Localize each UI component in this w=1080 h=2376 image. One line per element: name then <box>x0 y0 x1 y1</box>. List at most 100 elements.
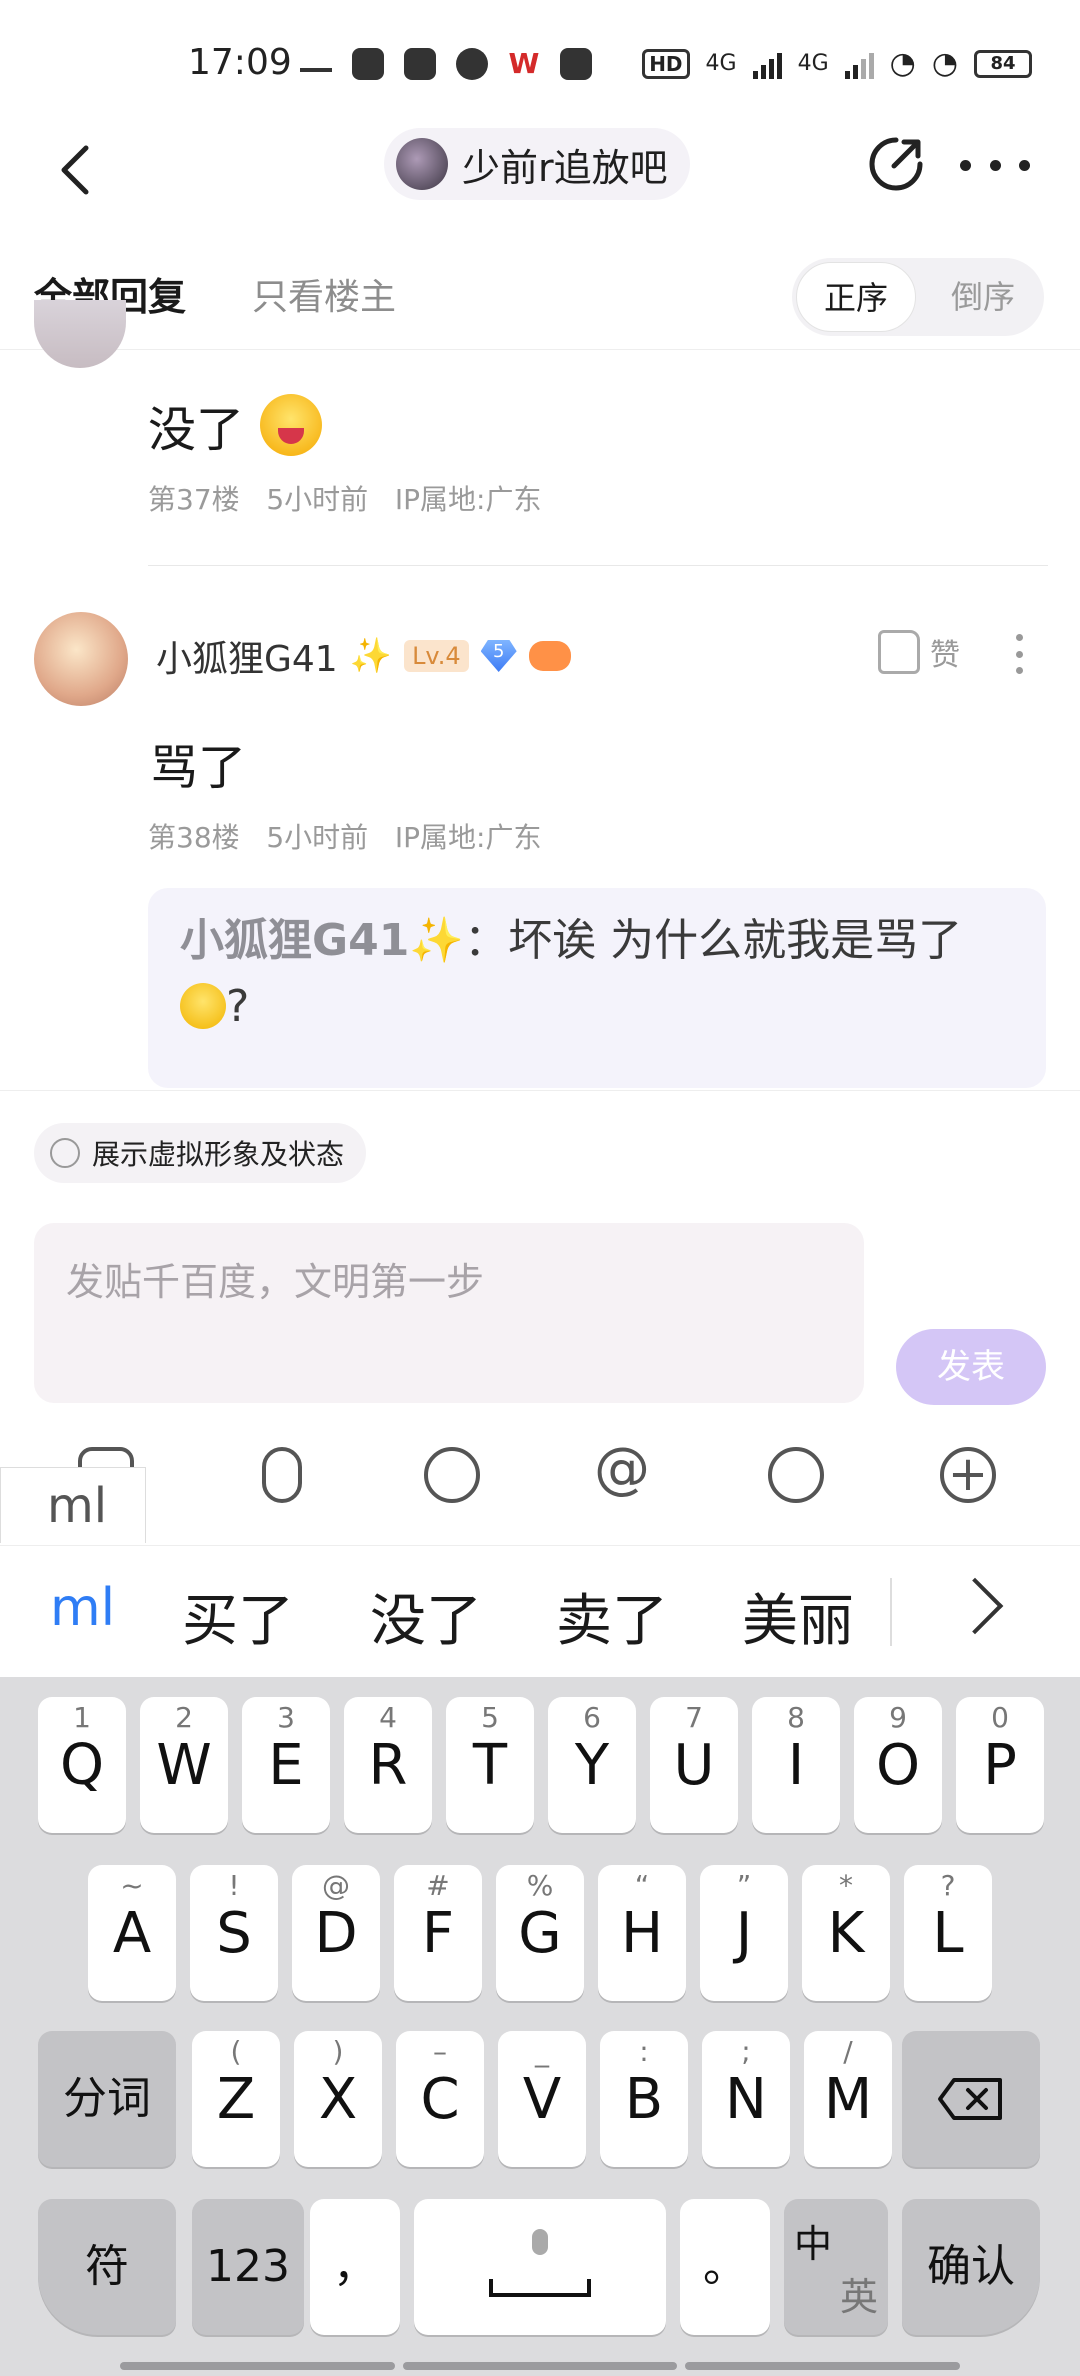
key-label: G <box>518 1901 562 1966</box>
key-r[interactable]: 4R <box>344 1697 432 1833</box>
emoji-icon[interactable] <box>424 1447 480 1503</box>
laughing-emoji-icon <box>260 394 323 456</box>
candidate-word[interactable]: 美丽 <box>742 1576 854 1657</box>
key-secondary-label: 6 <box>583 1701 601 1734</box>
floor-number: 第38楼 <box>148 821 240 854</box>
sub-reply-box[interactable]: 小狐狸G41✨：坏诶 为什么就我是骂了 ? <box>148 888 1046 1088</box>
key-label: S <box>216 1901 252 1966</box>
symbol-key[interactable]: 符 <box>38 2199 176 2335</box>
key-c[interactable]: – C <box>396 2031 484 2167</box>
key-t[interactable]: 5T <box>446 1697 534 1833</box>
language-zh-label: 中 <box>794 2222 833 2266</box>
key-a[interactable]: ~ A <box>88 1865 176 2001</box>
sub-reply-text: 坏诶 为什么就我是骂了 <box>508 915 963 966</box>
signal-icon <box>752 49 782 79</box>
expand-candidates-icon[interactable] <box>946 1577 1004 1635</box>
sub-reply-author[interactable]: 小狐狸G41✨ <box>180 915 464 966</box>
key-l[interactable]: ? L <box>904 1865 992 2001</box>
voicemail-icon <box>300 56 332 72</box>
key-x[interactable]: ) X <box>294 2031 382 2167</box>
post-menu-icon[interactable] <box>1016 634 1026 674</box>
key-s[interactable]: ! S <box>190 1865 278 2001</box>
language-switch-key[interactable]: 中 英 <box>784 2199 888 2335</box>
post-text: 没了 <box>148 402 245 458</box>
space-key[interactable] <box>414 2199 666 2335</box>
smile-emoji-icon <box>180 983 226 1029</box>
key-secondary-label: 5 <box>481 1701 499 1734</box>
key-j[interactable]: ” J <box>700 1865 788 2001</box>
post-meta: 第37楼 5小时前 IP属地:广东 <box>148 478 541 518</box>
key-q[interactable]: 1Q <box>38 1697 126 1833</box>
gamepad-badge-icon <box>528 641 571 671</box>
reply-input[interactable]: 发贴千百度，文明第一步 <box>34 1223 864 1403</box>
signal-2-icon <box>844 49 874 79</box>
like-button[interactable]: 赞 <box>878 630 960 674</box>
username[interactable]: 小狐狸G41 <box>156 630 338 682</box>
level-badge: Lv.4 <box>404 640 469 672</box>
post-meta: 第38楼 5小时前 IP属地:广东 <box>148 816 541 856</box>
forum-header[interactable]: 少前r追放吧 <box>384 128 690 200</box>
key-secondary-label: # <box>426 1869 450 1902</box>
sub-reply-tail: ? <box>226 981 250 1032</box>
key-n[interactable]: ; N <box>702 2031 790 2167</box>
key-u[interactable]: 7U <box>650 1697 738 1833</box>
avatar[interactable] <box>34 612 128 706</box>
key-label: H <box>620 1901 664 1966</box>
key-label: J <box>735 1901 753 1966</box>
key-secondary-label: ? <box>940 1869 956 1902</box>
key-label: E <box>268 1733 304 1798</box>
key-secondary-label: @ <box>322 1869 350 1902</box>
send-button[interactable]: 发表 <box>896 1329 1046 1405</box>
key-g[interactable]: % G <box>496 1865 584 2001</box>
key-secondary-label: 0 <box>991 1701 1009 1734</box>
avatar[interactable] <box>34 300 126 368</box>
order-desc-button[interactable]: 倒序 <box>928 262 1038 332</box>
key-z[interactable]: (Z <box>192 2031 280 2167</box>
key-secondary-label: ~ <box>120 1869 144 1902</box>
back-arrow-icon[interactable] <box>48 140 108 200</box>
comma-key[interactable]: ， <box>310 2199 400 2335</box>
key-y[interactable]: 6Y <box>548 1697 636 1833</box>
ip-location: IP属地:广东 <box>394 821 542 854</box>
user-info: 小狐狸G41 ✨ Lv.4 5 <box>156 630 571 682</box>
divider <box>148 565 1048 566</box>
key-secondary-label: ” <box>736 1869 752 1902</box>
key-i[interactable]: 8I <box>752 1697 840 1833</box>
add-icon[interactable]: + <box>940 1447 996 1503</box>
mention-icon[interactable]: @ <box>594 1441 650 1503</box>
key-w[interactable]: 2W <box>140 1697 228 1833</box>
order-asc-button[interactable]: 正序 <box>796 262 916 332</box>
candidate-word[interactable]: 买了 <box>182 1576 294 1657</box>
key-f[interactable]: # F <box>394 1865 482 2001</box>
candidate-divider <box>890 1578 892 1646</box>
backspace-key[interactable] <box>902 2031 1040 2167</box>
wifi-icon: ◔ <box>889 46 916 81</box>
segment-key[interactable]: 分词 <box>38 2031 176 2167</box>
key-p[interactable]: 0P <box>956 1697 1044 1833</box>
gift-icon[interactable] <box>768 1447 824 1503</box>
diamond-badge-icon: 5 <box>480 640 517 672</box>
microphone-icon[interactable] <box>262 1447 302 1503</box>
virtual-avatar-toggle[interactable]: 展示虚拟形象及状态 <box>34 1123 367 1183</box>
thumbs-up-icon <box>878 630 920 674</box>
key-m[interactable]: / M <box>804 2031 892 2167</box>
candidate-word[interactable]: 卖了 <box>556 1576 668 1657</box>
tab-op-only[interactable]: 只看楼主 <box>252 268 396 320</box>
key-k[interactable]: * K <box>802 1865 890 2001</box>
key-label: V <box>522 2067 562 2132</box>
candidate-word[interactable]: 没了 <box>370 1576 482 1657</box>
key-v[interactable]: _ V <box>498 2031 586 2167</box>
share-icon[interactable] <box>866 134 926 194</box>
status-time: 17:09 <box>188 42 292 83</box>
confirm-key[interactable]: 确认 <box>902 2199 1040 2335</box>
key-d[interactable]: @ D <box>292 1865 380 2001</box>
key-label: P <box>983 1733 1017 1798</box>
period-key[interactable]: 。 <box>680 2199 770 2335</box>
key-h[interactable]: “H <box>598 1865 686 2001</box>
key-e[interactable]: 3E <box>242 1697 330 1833</box>
number-key[interactable]: 123 <box>192 2199 304 2335</box>
radio-button[interactable] <box>50 1138 80 1168</box>
more-options-icon[interactable] <box>960 160 1030 176</box>
key-b[interactable]: :B <box>600 2031 688 2167</box>
key-o[interactable]: 9O <box>854 1697 942 1833</box>
